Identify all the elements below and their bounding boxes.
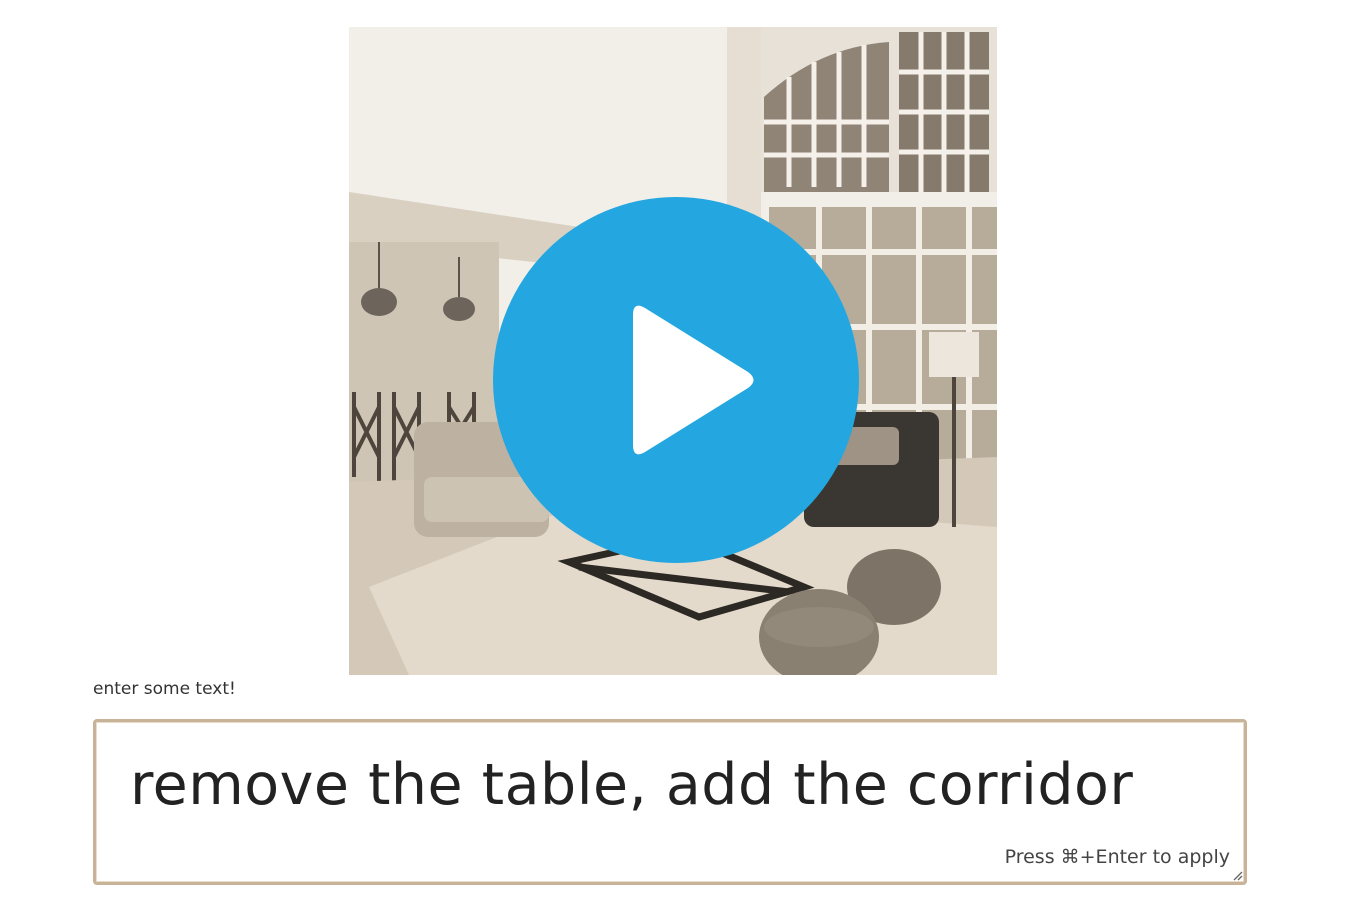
apply-hint: Press ⌘+Enter to apply [1004, 846, 1230, 868]
play-icon [633, 305, 754, 455]
prompt-textarea[interactable]: remove the table, add the corridor Press… [93, 719, 1247, 885]
play-button[interactable] [493, 197, 859, 563]
resize-handle-icon[interactable] [1231, 869, 1243, 881]
prompt-text: remove the table, add the corridor [130, 752, 1134, 818]
prompt-label: enter some text! [93, 679, 236, 699]
page: enter some text! remove the table, add t… [0, 0, 1361, 902]
